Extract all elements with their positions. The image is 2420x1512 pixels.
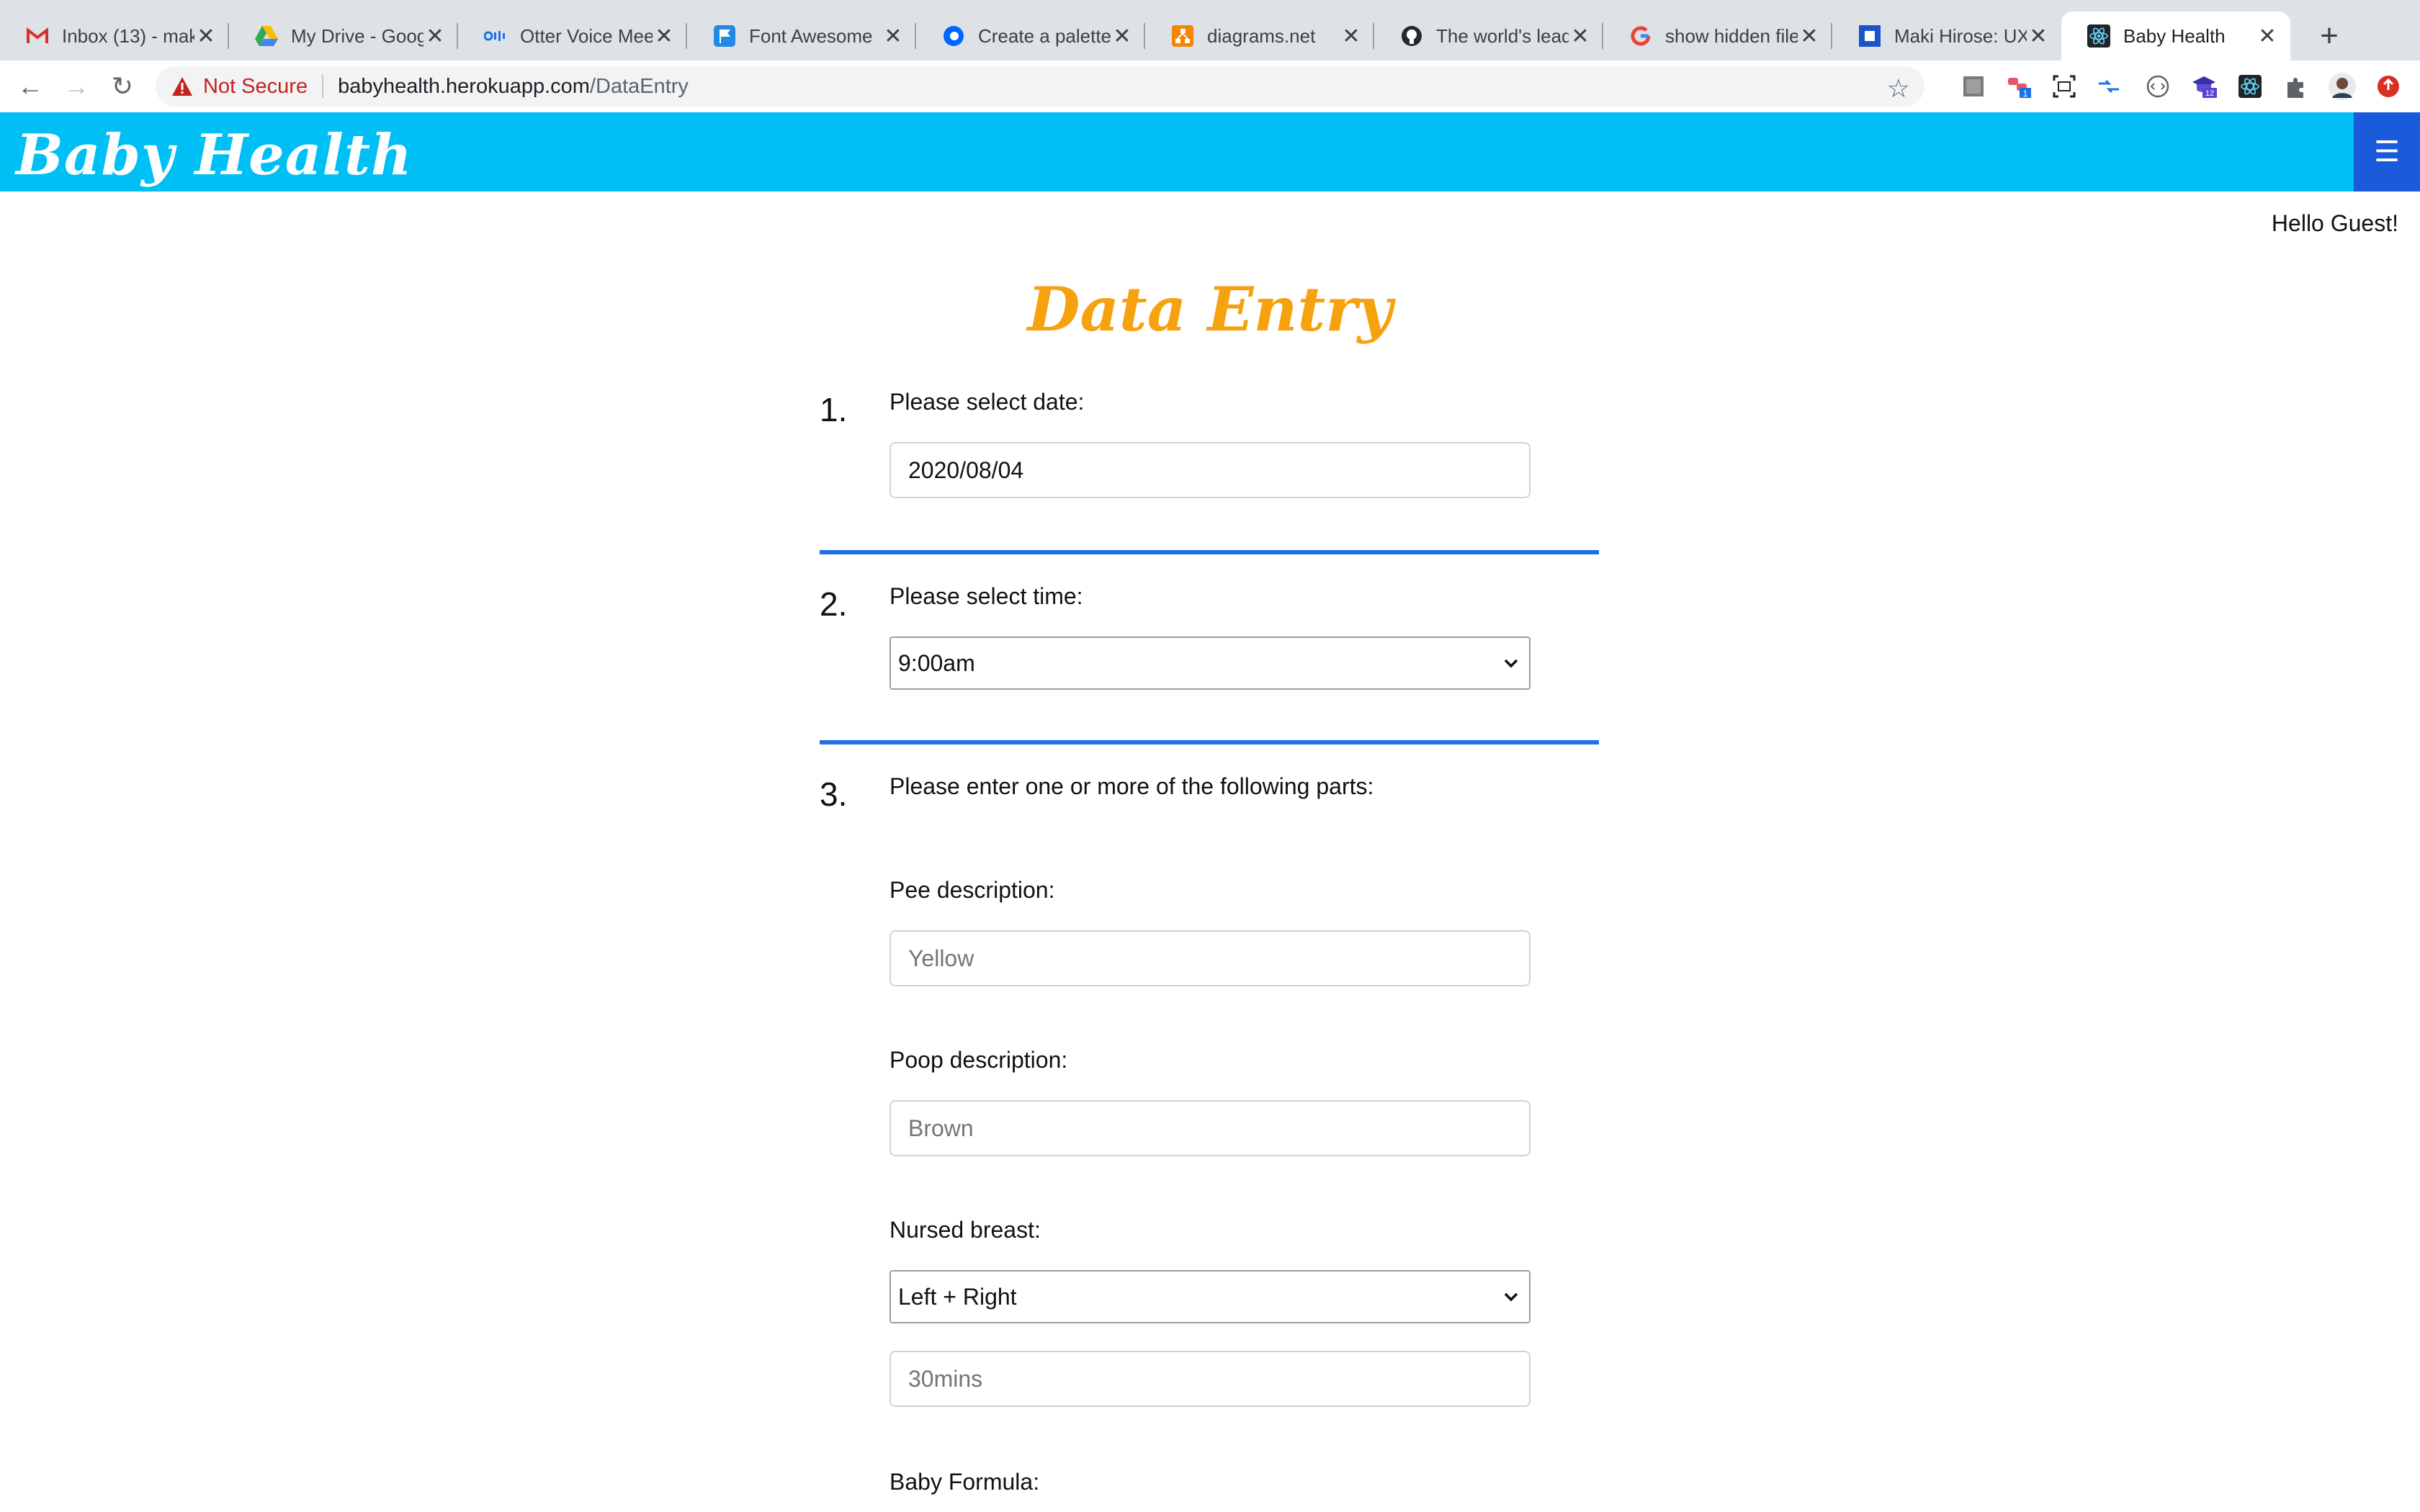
nursed-select-value: Left + Right xyxy=(898,1283,1017,1310)
tab-title: Font Awesome xyxy=(749,24,873,47)
transfer-arrows-icon[interactable] xyxy=(2096,73,2122,99)
step-number: 2. xyxy=(820,585,848,623)
warning-icon xyxy=(172,77,192,96)
tab-title: show hidden file xyxy=(1665,24,1798,47)
browser-tab[interactable]: The world's lead ✕ xyxy=(1374,12,1603,60)
tab-title: Inbox (13) - mak xyxy=(62,24,194,47)
close-icon[interactable]: ✕ xyxy=(194,24,218,49)
step-number: 1. xyxy=(820,391,848,428)
screenshot-icon[interactable] xyxy=(2051,73,2077,99)
close-icon[interactable]: ✕ xyxy=(882,24,905,49)
close-icon[interactable]: ✕ xyxy=(2256,24,2279,49)
google-icon xyxy=(1629,24,1652,48)
tab-title: The world's lead xyxy=(1436,24,1569,47)
react-icon xyxy=(2087,24,2110,48)
time-label: Please select time: xyxy=(889,583,1083,609)
poop-input[interactable] xyxy=(889,1100,1531,1156)
tab-title: Baby Health xyxy=(2123,24,2226,47)
browser-tab[interactable]: Inbox (13) - mak ✕ xyxy=(0,12,229,60)
tab-title: Otter Voice Mee xyxy=(520,24,653,47)
github-icon xyxy=(1400,24,1423,48)
close-icon[interactable]: ✕ xyxy=(1798,24,1821,49)
close-icon[interactable]: ✕ xyxy=(653,24,676,49)
nursed-breast-select[interactable]: Left + Right xyxy=(889,1270,1531,1323)
app-navbar: Baby Health ☰ xyxy=(0,112,2420,192)
parts-instruction: Please enter one or more of the followin… xyxy=(889,773,1374,799)
avatar[interactable] xyxy=(2328,72,2357,101)
brand-logo[interactable]: Baby Health xyxy=(16,122,413,188)
close-icon[interactable]: ✕ xyxy=(1569,24,1592,49)
browser-tab-strip: Inbox (13) - mak ✕ My Drive - Goog ✕ Ott… xyxy=(0,0,2420,60)
close-icon[interactable]: ✕ xyxy=(424,24,447,49)
new-tab-button[interactable]: + xyxy=(2315,14,2344,58)
browser-toolbar: ← → ↻ Not Secure babyhealth.herokuapp.co… xyxy=(0,60,2420,113)
step-number: 3. xyxy=(820,775,848,813)
formula-label: Baby Formula: xyxy=(889,1469,1040,1495)
date-input[interactable] xyxy=(889,442,1531,498)
extension-icon[interactable] xyxy=(1960,73,1986,99)
poop-label: Poop description: xyxy=(889,1047,1068,1073)
url-host: babyhealth.herokuapp.com xyxy=(338,74,590,98)
url-text[interactable]: babyhealth.herokuapp.com/DataEntry xyxy=(338,75,689,99)
browser-tab-active[interactable]: Baby Health ✕ xyxy=(2061,12,2290,60)
time-select-value: 9:00am xyxy=(898,649,975,676)
extension-badge-count: 1 xyxy=(2023,89,2028,99)
address-bar[interactable]: Not Secure babyhealth.herokuapp.com/Data… xyxy=(156,66,1924,107)
date-label: Please select date: xyxy=(889,389,1085,415)
extension-badge-icon[interactable]: 1 xyxy=(2007,73,2033,99)
coolors-icon xyxy=(942,24,965,48)
browser-tab[interactable]: Maki Hirose: UX ✕ xyxy=(1832,12,2061,60)
browser-tab[interactable]: Otter Voice Mee ✕ xyxy=(458,12,687,60)
reload-icon[interactable]: ↻ xyxy=(107,71,138,102)
update-icon[interactable] xyxy=(2375,73,2401,99)
tab-title: Create a palette xyxy=(978,24,1111,47)
browser-tab[interactable]: Create a palette ✕ xyxy=(916,12,1145,60)
back-arrow-icon[interactable]: ← xyxy=(14,71,46,102)
diagrams-icon xyxy=(1171,24,1194,48)
user-greeting: Hello Guest! xyxy=(2271,210,2398,236)
security-status[interactable]: Not Secure xyxy=(203,75,308,99)
chevron-down-icon xyxy=(1504,1292,1518,1302)
nursing-duration-input[interactable] xyxy=(889,1351,1531,1407)
tab-title: My Drive - Goog xyxy=(291,24,424,47)
close-icon[interactable]: ✕ xyxy=(1111,24,1134,49)
gmail-icon xyxy=(26,24,49,48)
time-select[interactable]: 9:00am xyxy=(889,636,1531,690)
forward-arrow-icon[interactable]: → xyxy=(60,71,92,102)
browser-tab[interactable]: show hidden file ✕ xyxy=(1603,12,1832,60)
pee-label: Pee description: xyxy=(889,877,1055,903)
close-icon[interactable]: ✕ xyxy=(1340,24,1363,49)
react-devtools-icon[interactable] xyxy=(2237,73,2263,99)
hamburger-icon: ☰ xyxy=(2374,136,2400,168)
section-divider xyxy=(820,740,1599,744)
google-drive-icon xyxy=(255,24,278,48)
browser-tab[interactable]: diagrams.net ✕ xyxy=(1145,12,1374,60)
otter-icon xyxy=(484,24,507,48)
browser-tab[interactable]: My Drive - Goog ✕ xyxy=(229,12,458,60)
close-icon[interactable]: ✕ xyxy=(2027,24,2050,49)
browser-tab[interactable]: Font Awesome ✕ xyxy=(687,12,916,60)
tab-title: Maki Hirose: UX xyxy=(1894,24,2027,47)
tab-title: diagrams.net xyxy=(1207,24,1316,47)
bookmark-star-icon[interactable]: ☆ xyxy=(1887,73,1910,104)
portfolio-icon xyxy=(1858,24,1881,48)
graduation-cap-icon[interactable]: 12 xyxy=(2191,73,2217,99)
page-title: Data Entry xyxy=(1027,274,1393,345)
menu-toggle-button[interactable]: ☰ xyxy=(2354,112,2420,192)
nursed-label: Nursed breast: xyxy=(889,1217,1041,1243)
url-path: /DataEntry xyxy=(589,74,689,98)
font-awesome-flag-icon xyxy=(713,24,736,48)
chevron-down-icon xyxy=(1504,659,1518,668)
section-divider xyxy=(820,550,1599,554)
puzzle-extensions-icon[interactable] xyxy=(2283,73,2309,99)
code-extension-icon[interactable] xyxy=(2145,73,2171,99)
extension-badge-count: 12 xyxy=(2205,89,2214,98)
pee-input[interactable] xyxy=(889,930,1531,986)
